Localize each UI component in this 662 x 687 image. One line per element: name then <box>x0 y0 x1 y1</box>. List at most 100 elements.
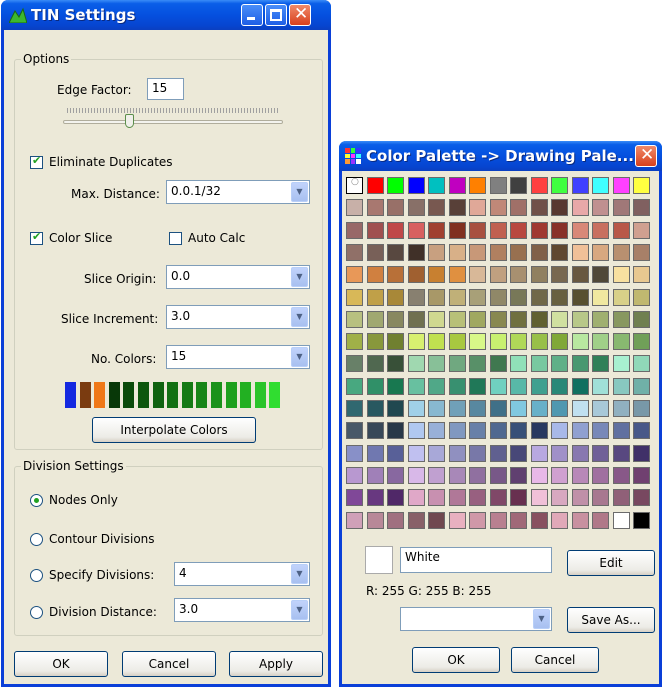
color-swatch[interactable] <box>469 355 486 373</box>
color-swatch[interactable] <box>633 489 650 507</box>
color-swatch[interactable] <box>448 288 466 306</box>
color-swatch[interactable] <box>366 177 384 194</box>
color-swatch[interactable] <box>366 444 384 462</box>
color-swatch[interactable] <box>592 444 609 462</box>
color-swatch[interactable] <box>530 266 548 284</box>
color-swatch[interactable] <box>633 243 650 261</box>
color-swatch[interactable] <box>551 355 568 373</box>
color-swatch[interactable] <box>489 266 507 284</box>
color-swatch[interactable] <box>407 199 425 217</box>
color-swatch[interactable] <box>346 511 363 529</box>
color-slice-checkbox[interactable] <box>30 230 43 245</box>
color-swatch[interactable] <box>366 511 384 529</box>
color-swatch[interactable] <box>592 221 609 239</box>
color-swatch[interactable] <box>510 511 527 529</box>
color-swatch[interactable] <box>366 288 384 306</box>
color-swatch[interactable] <box>510 310 527 328</box>
color-swatch[interactable] <box>551 400 568 417</box>
color-swatch[interactable] <box>592 266 609 284</box>
color-swatch[interactable] <box>387 243 404 261</box>
color-swatch[interactable] <box>407 377 425 395</box>
nodes-only-radio[interactable] <box>30 494 43 507</box>
color-swatch[interactable] <box>612 400 630 417</box>
color-swatch[interactable] <box>469 310 486 328</box>
color-swatch[interactable] <box>510 377 527 395</box>
color-swatch[interactable] <box>530 333 548 351</box>
color-swatch[interactable] <box>510 422 527 440</box>
maximize-button[interactable] <box>265 4 287 26</box>
color-swatch[interactable] <box>346 288 363 306</box>
max-distance-select[interactable]: 0.0.1/32 ▼ <box>166 180 310 204</box>
color-swatch[interactable] <box>633 377 650 395</box>
color-swatch[interactable]: ○ <box>346 177 363 194</box>
color-swatch[interactable] <box>530 221 548 239</box>
color-swatch[interactable] <box>346 444 363 462</box>
palette-title-bar[interactable]: Color Palette -> Drawing Pale... ✕ <box>339 141 662 171</box>
color-swatch[interactable] <box>428 466 445 484</box>
color-swatch[interactable] <box>387 466 404 484</box>
palette-cancel-button[interactable]: Cancel <box>511 647 599 673</box>
division-distance-select[interactable]: 3.0 ▼ <box>174 598 310 622</box>
color-swatch[interactable] <box>592 377 609 395</box>
save-as-button[interactable]: Save As... <box>567 607 655 633</box>
color-swatch[interactable] <box>469 243 486 261</box>
color-swatch[interactable] <box>551 333 568 351</box>
color-swatch[interactable] <box>633 266 650 284</box>
color-swatch[interactable] <box>428 199 445 217</box>
cancel-button[interactable]: Cancel <box>122 651 216 677</box>
color-swatch[interactable] <box>571 400 589 417</box>
color-swatch[interactable] <box>510 444 527 462</box>
color-swatch[interactable] <box>612 243 630 261</box>
slider-thumb[interactable] <box>125 114 134 128</box>
color-swatch[interactable] <box>387 177 404 194</box>
color-swatch[interactable] <box>530 310 548 328</box>
color-swatch[interactable] <box>612 310 630 328</box>
color-swatch[interactable] <box>612 377 630 395</box>
color-swatch[interactable] <box>366 422 384 440</box>
color-swatch[interactable] <box>571 333 589 351</box>
color-swatch[interactable] <box>346 400 363 417</box>
color-swatch[interactable] <box>510 333 527 351</box>
division-distance-label[interactable]: Division Distance: <box>49 605 157 619</box>
color-swatch[interactable] <box>571 511 589 529</box>
division-distance-radio[interactable] <box>30 606 43 619</box>
color-swatch[interactable] <box>428 221 445 239</box>
color-swatch[interactable] <box>346 243 363 261</box>
edit-button[interactable]: Edit <box>567 550 655 576</box>
ok-button[interactable]: OK <box>14 651 108 677</box>
chevron-down-icon[interactable]: ▼ <box>291 600 308 620</box>
color-swatch[interactable] <box>571 444 589 462</box>
color-swatch[interactable] <box>592 177 609 194</box>
color-swatch[interactable] <box>551 422 568 440</box>
minimize-button[interactable] <box>241 4 263 26</box>
color-swatch[interactable] <box>530 199 548 217</box>
color-swatch[interactable] <box>469 177 486 194</box>
color-swatch[interactable] <box>571 199 589 217</box>
color-swatch[interactable] <box>428 288 445 306</box>
color-swatch[interactable] <box>489 333 507 351</box>
color-swatch[interactable] <box>469 511 486 529</box>
color-swatch[interactable] <box>407 466 425 484</box>
color-swatch[interactable] <box>612 355 630 373</box>
color-swatch[interactable] <box>469 444 486 462</box>
color-swatch[interactable] <box>612 199 630 217</box>
color-swatch[interactable] <box>551 489 568 507</box>
color-swatch[interactable] <box>346 489 363 507</box>
color-swatch[interactable] <box>366 266 384 284</box>
color-swatch[interactable] <box>510 266 527 284</box>
color-swatch[interactable] <box>510 243 527 261</box>
color-swatch[interactable] <box>633 511 650 529</box>
color-swatch[interactable] <box>387 199 404 217</box>
color-swatch[interactable] <box>510 199 527 217</box>
color-swatch[interactable] <box>612 221 630 239</box>
color-swatch[interactable] <box>592 310 609 328</box>
auto-calc-label[interactable]: Auto Calc <box>188 231 245 245</box>
color-swatch[interactable] <box>387 444 404 462</box>
color-swatch[interactable] <box>551 243 568 261</box>
color-swatch[interactable] <box>469 266 486 284</box>
color-swatch[interactable] <box>633 422 650 440</box>
color-swatch[interactable] <box>346 466 363 484</box>
color-swatch[interactable] <box>489 288 507 306</box>
edge-factor-input[interactable]: 15 <box>147 78 184 100</box>
interpolate-colors-button[interactable]: Interpolate Colors <box>92 417 256 443</box>
